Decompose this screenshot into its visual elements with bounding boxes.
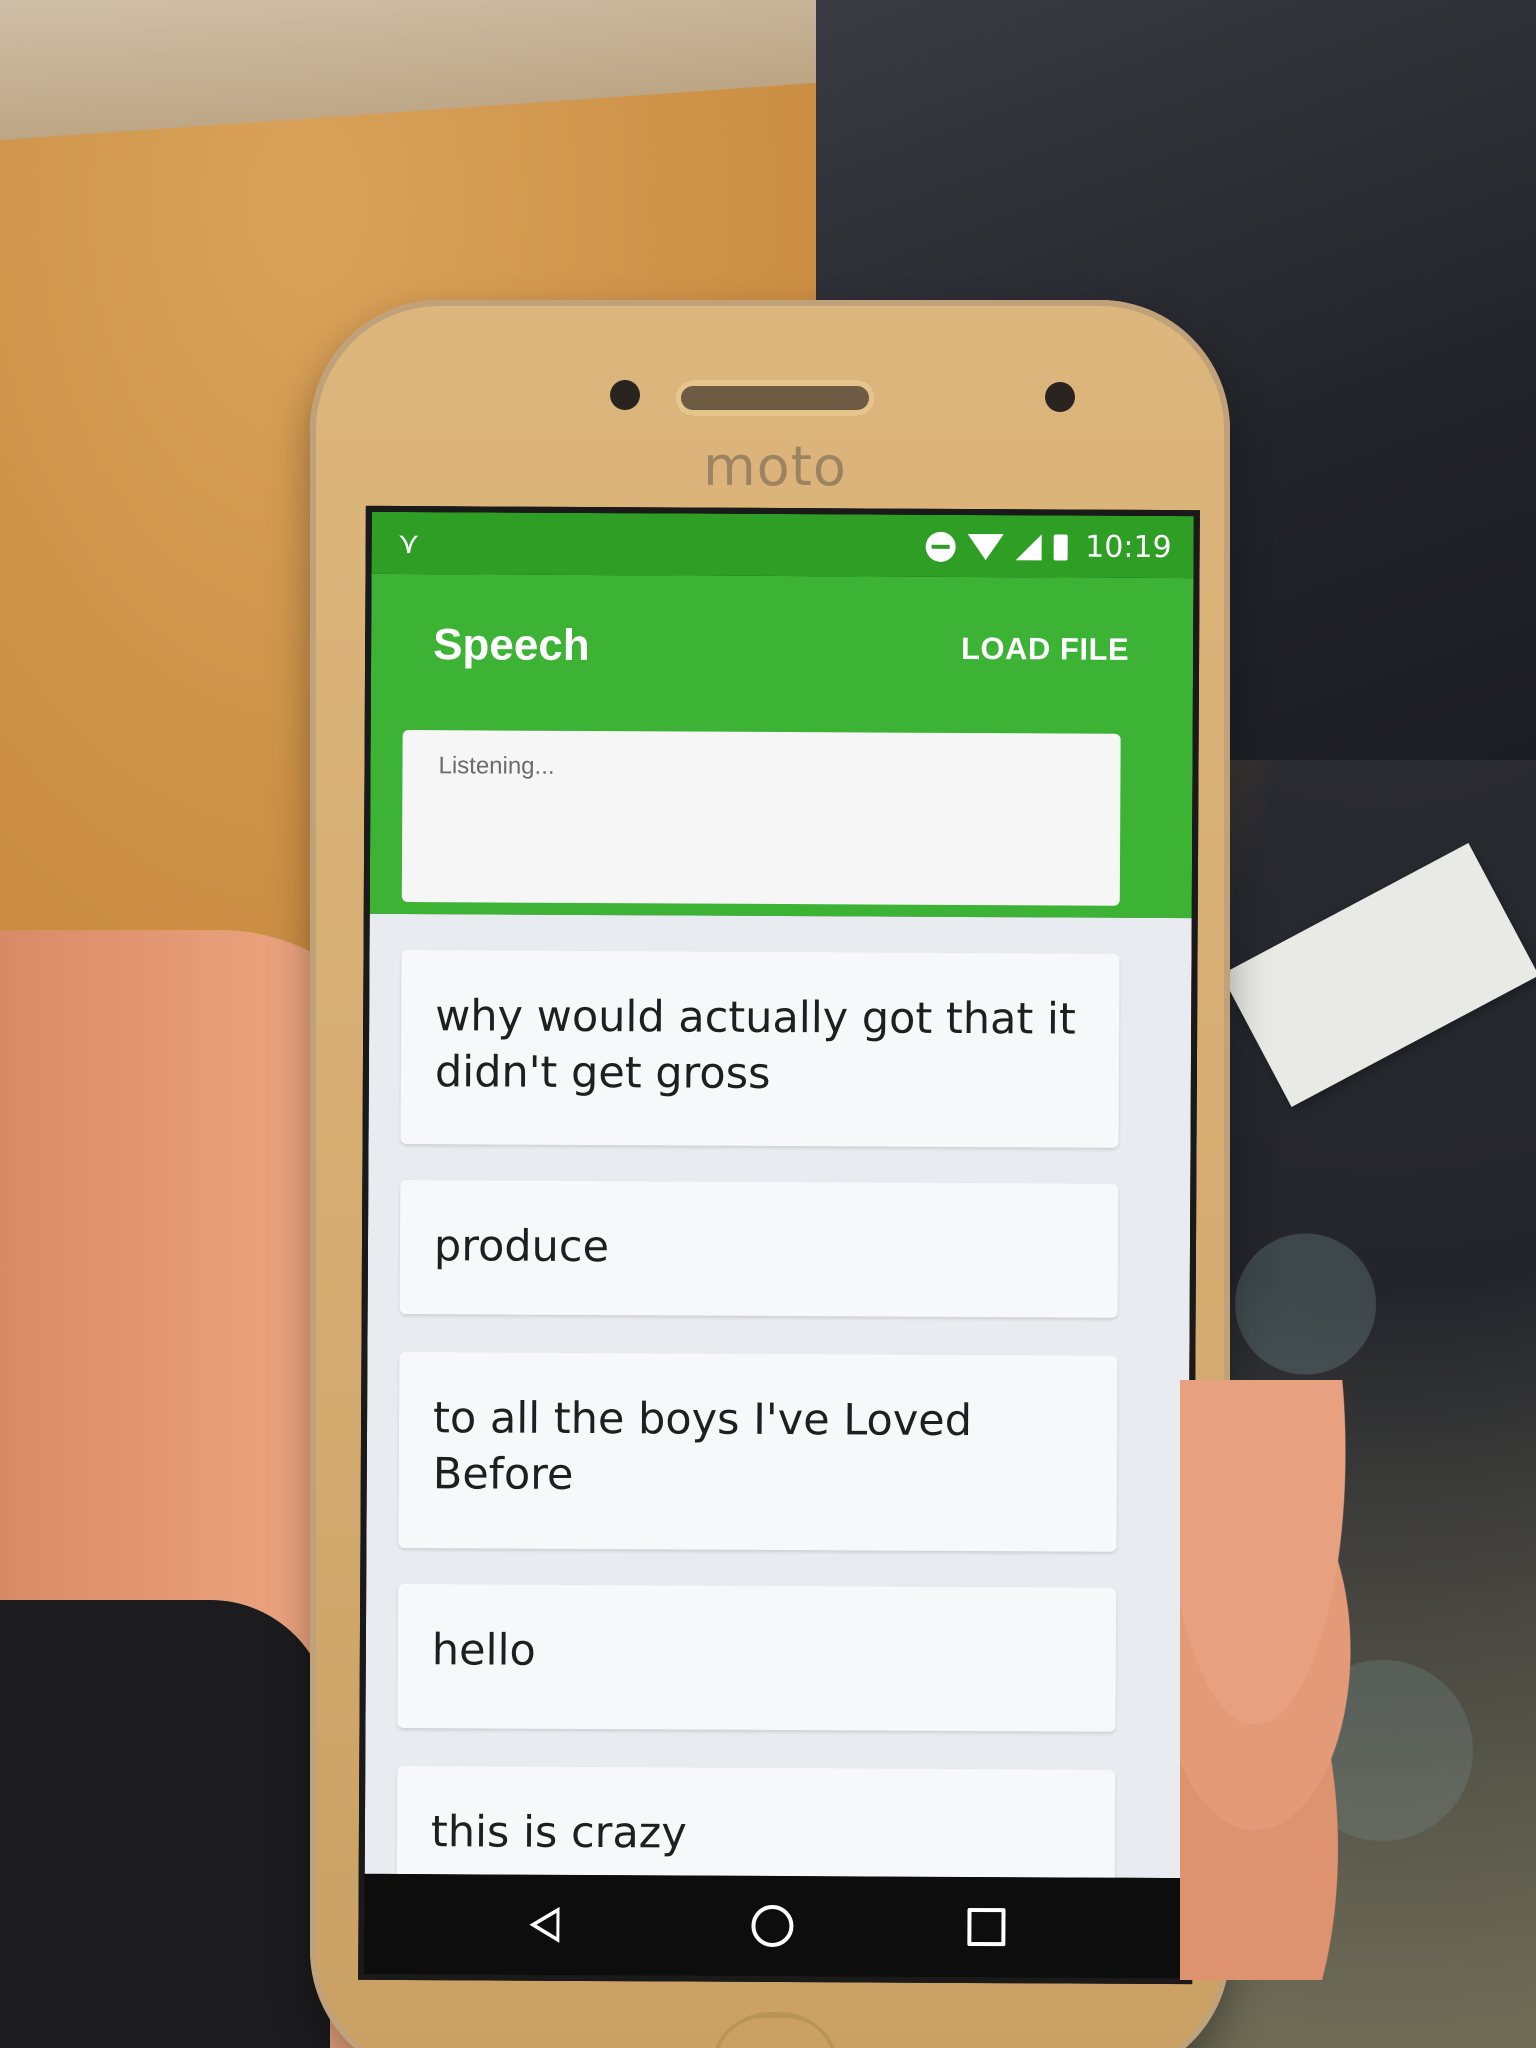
transcript-text: produce xyxy=(433,1221,610,1273)
photo-scene: moto ⋎ 10:19 Speech LOAD FILE Listening.… xyxy=(0,0,1536,2048)
brand-logo: moto xyxy=(703,435,847,498)
transcript-card[interactable]: to all the boys I've Loved Before xyxy=(398,1352,1118,1552)
status-time: 10:19 xyxy=(1085,529,1172,566)
listening-box[interactable]: Listening... xyxy=(401,730,1121,906)
listening-status: Listening... xyxy=(438,752,555,780)
navigation-bar xyxy=(364,1873,1187,1979)
transcript-text: to all the boys I've Loved Before xyxy=(432,1393,973,1500)
recents-icon[interactable] xyxy=(964,1905,1008,1949)
phone-screen: ⋎ 10:19 Speech LOAD FILE Listening... wh… xyxy=(358,505,1200,1985)
right-fingers xyxy=(1180,1380,1430,1980)
back-icon[interactable] xyxy=(522,1903,566,1947)
transcript-text: why would actually got that it didn't ge… xyxy=(434,991,1076,1099)
transcript-card[interactable]: why would actually got that it didn't ge… xyxy=(400,950,1120,1148)
status-icons: 10:19 xyxy=(925,529,1172,565)
signal-icon xyxy=(1015,533,1042,560)
transcript-list[interactable]: why would actually got that it didn't ge… xyxy=(364,913,1192,1879)
load-file-button[interactable]: LOAD FILE xyxy=(961,631,1129,668)
transcript-text: this is crazy xyxy=(430,1807,687,1859)
table-edge xyxy=(0,0,820,140)
sleeve xyxy=(0,1600,330,2048)
wifi-icon xyxy=(967,533,1004,560)
home-icon[interactable] xyxy=(750,1904,794,1948)
hardware-home-button xyxy=(710,2012,840,2048)
proximity-sensor xyxy=(1045,382,1075,412)
front-camera-icon xyxy=(610,380,640,410)
battery-icon xyxy=(1053,533,1068,560)
phone-device: moto ⋎ 10:19 Speech LOAD FILE Listening.… xyxy=(310,300,1230,2048)
app-header: Speech LOAD FILE Listening... xyxy=(369,573,1194,919)
transcript-card[interactable]: this is crazy xyxy=(396,1766,1116,1879)
transcript-card[interactable]: hello xyxy=(397,1584,1117,1732)
dnd-icon xyxy=(925,531,956,562)
earpiece-speaker xyxy=(675,380,875,416)
transcript-text: hello xyxy=(431,1625,536,1676)
status-bar: ⋎ 10:19 xyxy=(371,511,1194,579)
transcript-card[interactable]: produce xyxy=(399,1180,1119,1318)
app-title: Speech xyxy=(433,620,590,670)
notification-icon: ⋎ xyxy=(397,525,420,562)
